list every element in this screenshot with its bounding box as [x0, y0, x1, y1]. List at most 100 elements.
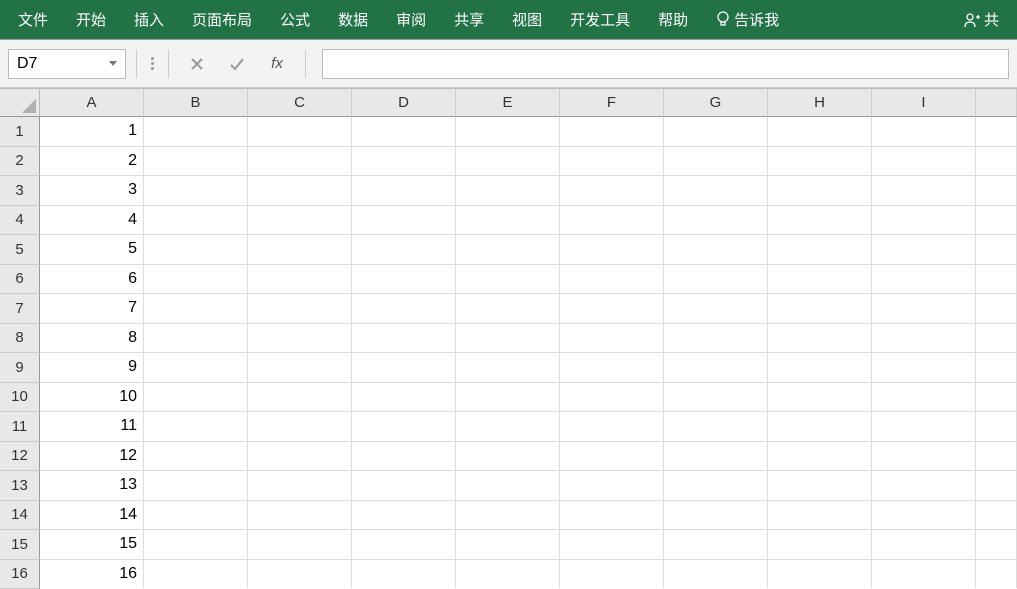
row-header-4[interactable]: 4 — [0, 206, 40, 236]
cell-F15[interactable] — [560, 530, 664, 560]
cell-D3[interactable] — [352, 176, 456, 206]
fx-button[interactable]: fx — [259, 49, 295, 79]
cell-B1[interactable] — [144, 117, 248, 147]
cell-C9[interactable] — [248, 353, 352, 383]
cell-H14[interactable] — [768, 501, 872, 531]
cell-partial-9[interactable] — [976, 353, 1017, 383]
enter-button[interactable] — [219, 49, 255, 79]
cell-I11[interactable] — [872, 412, 976, 442]
cell-G13[interactable] — [664, 471, 768, 501]
cell-partial-2[interactable] — [976, 147, 1017, 177]
cell-H10[interactable] — [768, 383, 872, 413]
row-header-6[interactable]: 6 — [0, 265, 40, 295]
cell-G16[interactable] — [664, 560, 768, 589]
cell-H4[interactable] — [768, 206, 872, 236]
cell-G8[interactable] — [664, 324, 768, 354]
cell-E16[interactable] — [456, 560, 560, 589]
row-header-1[interactable]: 1 — [0, 117, 40, 147]
cell-B2[interactable] — [144, 147, 248, 177]
drag-handle-icon[interactable] — [147, 57, 158, 70]
cell-B15[interactable] — [144, 530, 248, 560]
cell-D5[interactable] — [352, 235, 456, 265]
cell-F12[interactable] — [560, 442, 664, 472]
cell-partial-6[interactable] — [976, 265, 1017, 295]
cell-H2[interactable] — [768, 147, 872, 177]
cell-E5[interactable] — [456, 235, 560, 265]
cell-C13[interactable] — [248, 471, 352, 501]
cell-C3[interactable] — [248, 176, 352, 206]
row-header-7[interactable]: 7 — [0, 294, 40, 324]
cell-B9[interactable] — [144, 353, 248, 383]
cell-G10[interactable] — [664, 383, 768, 413]
cell-E9[interactable] — [456, 353, 560, 383]
cell-E6[interactable] — [456, 265, 560, 295]
cell-A12[interactable]: 12 — [40, 442, 144, 472]
cell-B12[interactable] — [144, 442, 248, 472]
cell-E2[interactable] — [456, 147, 560, 177]
cell-E11[interactable] — [456, 412, 560, 442]
cell-A1[interactable]: 1 — [40, 117, 144, 147]
cell-H9[interactable] — [768, 353, 872, 383]
cell-C12[interactable] — [248, 442, 352, 472]
cell-F3[interactable] — [560, 176, 664, 206]
cell-B6[interactable] — [144, 265, 248, 295]
cell-G4[interactable] — [664, 206, 768, 236]
cell-A14[interactable]: 14 — [40, 501, 144, 531]
ribbon-tab-2[interactable]: 插入 — [120, 0, 178, 40]
cell-F16[interactable] — [560, 560, 664, 589]
column-header-F[interactable]: F — [560, 89, 664, 117]
row-header-8[interactable]: 8 — [0, 324, 40, 354]
cell-D14[interactable] — [352, 501, 456, 531]
cell-A7[interactable]: 7 — [40, 294, 144, 324]
cell-F10[interactable] — [560, 383, 664, 413]
ribbon-tab-6[interactable]: 审阅 — [382, 0, 440, 40]
cell-A9[interactable]: 9 — [40, 353, 144, 383]
cell-A8[interactable]: 8 — [40, 324, 144, 354]
cell-C10[interactable] — [248, 383, 352, 413]
cell-E12[interactable] — [456, 442, 560, 472]
column-header-A[interactable]: A — [40, 89, 144, 117]
cell-I14[interactable] — [872, 501, 976, 531]
cell-C15[interactable] — [248, 530, 352, 560]
cell-partial-4[interactable] — [976, 206, 1017, 236]
cancel-button[interactable] — [179, 49, 215, 79]
cell-E14[interactable] — [456, 501, 560, 531]
cell-I9[interactable] — [872, 353, 976, 383]
cell-F14[interactable] — [560, 501, 664, 531]
cell-C8[interactable] — [248, 324, 352, 354]
cell-D12[interactable] — [352, 442, 456, 472]
cell-H11[interactable] — [768, 412, 872, 442]
cell-H6[interactable] — [768, 265, 872, 295]
cell-D10[interactable] — [352, 383, 456, 413]
cell-D6[interactable] — [352, 265, 456, 295]
cell-D9[interactable] — [352, 353, 456, 383]
cell-C11[interactable] — [248, 412, 352, 442]
row-header-2[interactable]: 2 — [0, 147, 40, 177]
cell-B7[interactable] — [144, 294, 248, 324]
cell-G12[interactable] — [664, 442, 768, 472]
cell-F4[interactable] — [560, 206, 664, 236]
formula-input[interactable] — [322, 49, 1009, 79]
cell-D7[interactable] — [352, 294, 456, 324]
column-header-G[interactable]: G — [664, 89, 768, 117]
cell-F7[interactable] — [560, 294, 664, 324]
cell-F1[interactable] — [560, 117, 664, 147]
cell-A11[interactable]: 11 — [40, 412, 144, 442]
cell-I16[interactable] — [872, 560, 976, 589]
cell-G3[interactable] — [664, 176, 768, 206]
cell-I15[interactable] — [872, 530, 976, 560]
select-all-corner[interactable] — [0, 89, 40, 117]
cell-F6[interactable] — [560, 265, 664, 295]
column-header-B[interactable]: B — [144, 89, 248, 117]
name-box[interactable]: D7 — [8, 49, 126, 79]
cell-I7[interactable] — [872, 294, 976, 324]
cell-F13[interactable] — [560, 471, 664, 501]
cell-I4[interactable] — [872, 206, 976, 236]
row-header-9[interactable]: 9 — [0, 353, 40, 383]
cell-partial-15[interactable] — [976, 530, 1017, 560]
ribbon-tab-1[interactable]: 开始 — [62, 0, 120, 40]
cell-D1[interactable] — [352, 117, 456, 147]
cell-partial-1[interactable] — [976, 117, 1017, 147]
cell-D16[interactable] — [352, 560, 456, 589]
cell-G9[interactable] — [664, 353, 768, 383]
